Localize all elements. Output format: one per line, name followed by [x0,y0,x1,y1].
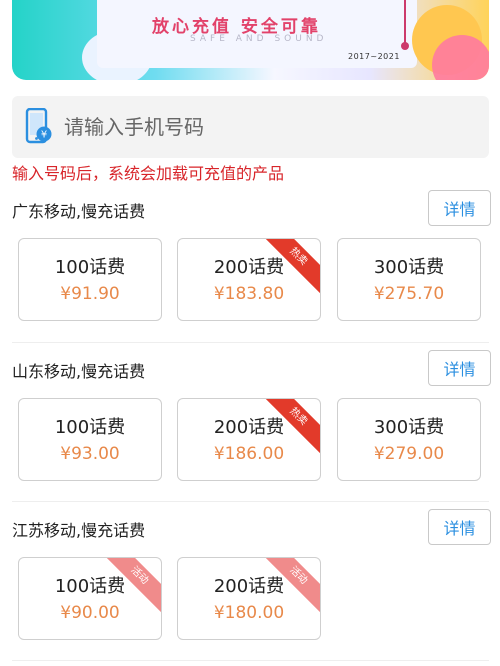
product-price: ¥279.00 [373,444,445,464]
product-price: ¥180.00 [213,603,285,623]
banner-subtitle: SAFE AND SOUND [190,34,328,44]
section-divider [12,660,489,661]
product-price: ¥90.00 [60,603,120,623]
product-price: ¥275.70 [373,284,445,304]
product-name: 100话费 [54,257,126,278]
product-card[interactable]: 热卖 200话费 ¥186.00 [177,398,321,481]
product-price: ¥93.00 [60,444,120,464]
section-title: 江苏移动,慢充话费 [12,521,146,540]
product-section-guangdong: 广东移动,慢充话费 详情 100话费 ¥91.90 热卖 200话费 ¥183.… [0,190,500,345]
product-name: 300话费 [373,417,445,438]
product-card[interactable]: 100话费 ¥91.90 [18,238,162,321]
section-divider [12,342,489,343]
product-section-shandong: 山东移动,慢充话费 详情 100话费 ¥93.00 热卖 200话费 ¥186.… [0,350,500,505]
product-name: 300话费 [373,257,445,278]
product-card[interactable]: 活动 100话费 ¥90.00 [18,557,162,640]
detail-button[interactable]: 详情 [428,190,491,226]
phone-input-box[interactable]: ¥ [12,96,489,158]
section-title: 广东移动,慢充话费 [12,202,146,221]
product-price: ¥183.80 [213,284,285,304]
product-price: ¥186.00 [213,444,285,464]
product-card[interactable]: 300话费 ¥279.00 [337,398,481,481]
load-hint-text: 输入号码后，系统会加载可充值的产品 [12,164,285,183]
svg-text:¥: ¥ [41,130,47,141]
product-name: 200话费 [213,417,285,438]
banner-pin-decoration [401,0,409,50]
product-price: ¥91.90 [60,284,120,304]
product-section-jiangsu: 江苏移动,慢充话费 详情 活动 100话费 ¥90.00 活动 200话费 ¥1… [0,509,500,664]
product-card[interactable]: 300话费 ¥275.70 [337,238,481,321]
promo-banner[interactable]: 放心充值 安全可靠 SAFE AND SOUND 2017~2021 [12,0,489,80]
phone-yuan-icon: ¥ [25,108,52,144]
product-name: 100话费 [54,417,126,438]
product-name: 200话费 [213,576,285,597]
product-name: 100话费 [54,576,126,597]
product-card[interactable]: 100话费 ¥93.00 [18,398,162,481]
section-divider [12,501,489,502]
banner-years: 2017~2021 [348,52,400,61]
product-name: 200话费 [213,257,285,278]
product-card[interactable]: 活动 200话费 ¥180.00 [177,557,321,640]
product-card[interactable]: 热卖 200话费 ¥183.80 [177,238,321,321]
detail-button[interactable]: 详情 [428,509,491,545]
phone-number-input[interactable] [64,108,474,146]
section-title: 山东移动,慢充话费 [12,362,146,381]
detail-button[interactable]: 详情 [428,350,491,386]
